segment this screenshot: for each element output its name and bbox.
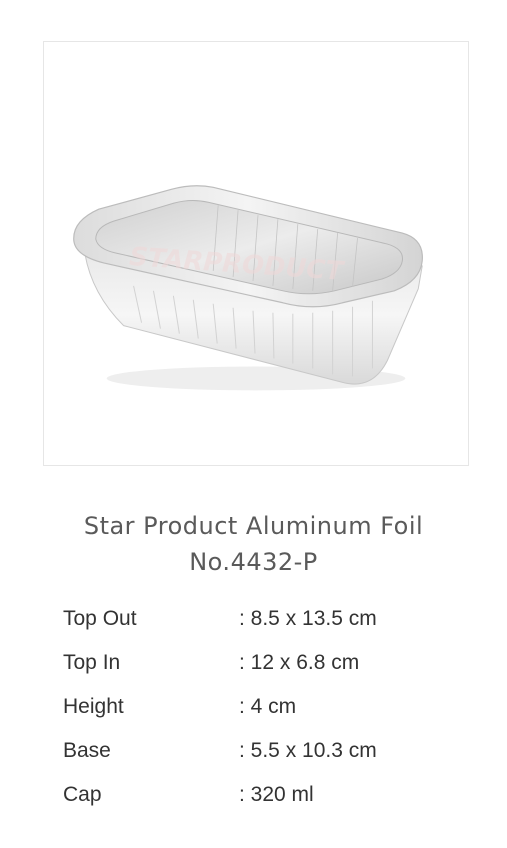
spec-label: Height	[63, 695, 124, 718]
spec-label: Cap	[63, 783, 102, 806]
spec-row-top-in: Top In : 12 x 6.8 cm	[63, 641, 483, 685]
spec-value: : 320 ml	[239, 783, 314, 806]
spec-row-cap: Cap : 320 ml	[63, 773, 483, 817]
spec-value: : 5.5 x 10.3 cm	[239, 739, 377, 762]
aluminum-foil-tray-image: STARPRODUCT	[73, 185, 423, 391]
product-image-frame: STARPRODUCT	[43, 41, 469, 466]
product-title-line2: No.4432-P	[189, 548, 318, 576]
spec-label: Top In	[63, 651, 121, 674]
spec-row-height: Height : 4 cm	[63, 685, 483, 729]
spec-value: : 8.5 x 13.5 cm	[239, 607, 377, 630]
spec-value: : 4 cm	[239, 695, 297, 718]
spec-label: Base	[63, 739, 111, 762]
spec-label: Top Out	[63, 607, 137, 630]
spec-row-base: Base : 5.5 x 10.3 cm	[63, 729, 483, 773]
spec-table: Top Out : 8.5 x 13.5 cm Top In : 12 x 6.…	[63, 597, 483, 817]
product-title: Star Product Aluminum Foil No.4432-P	[0, 508, 507, 580]
product-title-line1: Star Product Aluminum Foil	[83, 512, 424, 540]
spec-value: : 12 x 6.8 cm	[239, 651, 360, 674]
spec-row-top-out: Top Out : 8.5 x 13.5 cm	[63, 597, 483, 641]
